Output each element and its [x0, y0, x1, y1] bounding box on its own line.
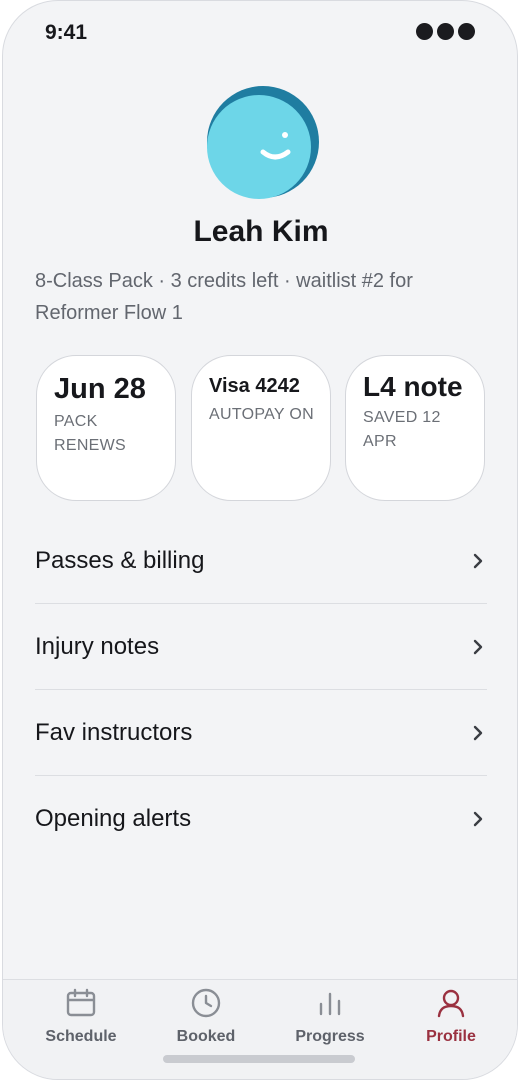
membership-summary: 8-Class Pack · 3 credits left · waitlist… [35, 270, 413, 324]
avatar[interactable] [207, 86, 320, 199]
tab-progress[interactable]: Progress [275, 980, 385, 1060]
tab-label: Profile [426, 1028, 476, 1045]
payment-method-card[interactable]: Visa 4242 AUTOPAY ON [191, 355, 331, 501]
card-value: L4 note [363, 371, 463, 402]
profile-name: Leah Kim [193, 215, 329, 248]
chevron-right-icon [473, 811, 483, 827]
tab-bar: Schedule Booked Progress Profile [3, 979, 517, 1079]
chevron-right-icon [473, 725, 483, 740]
person-icon [437, 989, 465, 1018]
tab-profile[interactable]: Profile [396, 980, 506, 1060]
bar-chart-icon [319, 992, 341, 1016]
calendar-icon [66, 988, 96, 1017]
menu-item-label: Passes & billing [35, 546, 205, 574]
card-value: Visa 4242 [209, 375, 300, 397]
card-value: Jun 28 [54, 373, 146, 405]
tab-label: Booked [176, 1028, 236, 1045]
tab-schedule[interactable]: Schedule [26, 980, 136, 1060]
clock-icon [191, 988, 221, 1018]
menu-item-injury-notes[interactable]: Injury notes [35, 604, 487, 690]
tab-booked[interactable]: Booked [151, 980, 261, 1060]
injury-note-card[interactable]: L4 note SAVED 12 APR [345, 355, 485, 501]
chevron-right-icon [473, 553, 483, 568]
phone-frame: 9:41 Leah Kim 8-Class Pack · 3 credits l… [2, 0, 518, 1080]
chevron-right-icon [473, 639, 483, 654]
card-label: SAVED 12 APR [363, 409, 441, 450]
menu-item-fav-instructors[interactable]: Fav instructors [35, 690, 487, 776]
status-time: 9:41 [45, 21, 88, 44]
card-label: AUTOPAY ON [209, 406, 314, 423]
home-indicator[interactable] [163, 1055, 355, 1063]
tab-label: Progress [295, 1028, 365, 1045]
menu-item-opening-alerts[interactable]: Opening alerts [35, 776, 487, 862]
menu-item-label: Injury notes [35, 632, 160, 660]
more-icon[interactable] [416, 23, 475, 40]
menu-item-label: Fav instructors [35, 718, 193, 746]
menu-item-label: Opening alerts [35, 805, 192, 832]
menu-item-passes-billing[interactable]: Passes & billing [35, 518, 487, 604]
pack-renewal-card[interactable]: Jun 28 PACK RENEWS [36, 355, 176, 501]
card-label: PACK RENEWS [54, 413, 127, 454]
tab-label: Schedule [45, 1028, 117, 1045]
